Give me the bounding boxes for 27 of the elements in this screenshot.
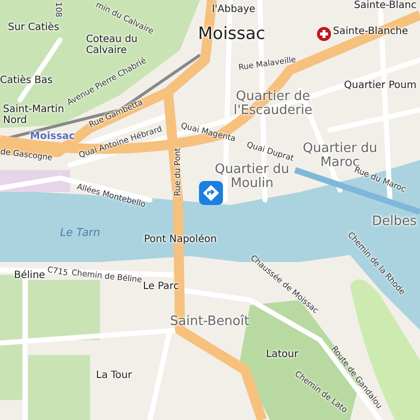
town-label: Moissac xyxy=(198,25,266,44)
district-label: Quartier du Moulin xyxy=(214,163,290,192)
river-label: Le Tarn xyxy=(60,227,100,240)
street-label: Chemin de Béline xyxy=(71,269,142,286)
street-label: Quai Magenta xyxy=(180,122,236,144)
street-label: Rue du Pont xyxy=(174,148,183,196)
place-label: Sainte-Blanc xyxy=(354,0,417,11)
place-label: Sur Catiès xyxy=(8,22,60,33)
street-label: C715 xyxy=(46,266,69,278)
place-label: Catiès Bas xyxy=(0,75,53,86)
district-label: Delbes xyxy=(372,215,417,230)
place-label: Coteau du Calvaire xyxy=(86,34,139,56)
place-label: Le Parc xyxy=(143,281,179,292)
map-marker-icon[interactable] xyxy=(199,181,223,205)
street-label: de Gascogne xyxy=(0,148,53,164)
place-label: La Tour xyxy=(96,370,132,381)
street-label: Quai Duprat xyxy=(245,141,295,163)
place-label: Latour xyxy=(266,349,298,360)
street-label: Rue Malaveille xyxy=(238,56,297,73)
place-label: Sainte-Blanche xyxy=(333,26,408,37)
place-label: Pont Napoléon xyxy=(144,234,217,245)
place-label: Béline xyxy=(14,270,46,281)
cross-icon xyxy=(317,27,331,41)
place-label: Saint-Martin Nord xyxy=(3,104,66,126)
place-label: l'Abbaye xyxy=(212,4,256,15)
street-label: 108 xyxy=(53,2,62,18)
place-label: Quartier Poum xyxy=(344,80,416,91)
